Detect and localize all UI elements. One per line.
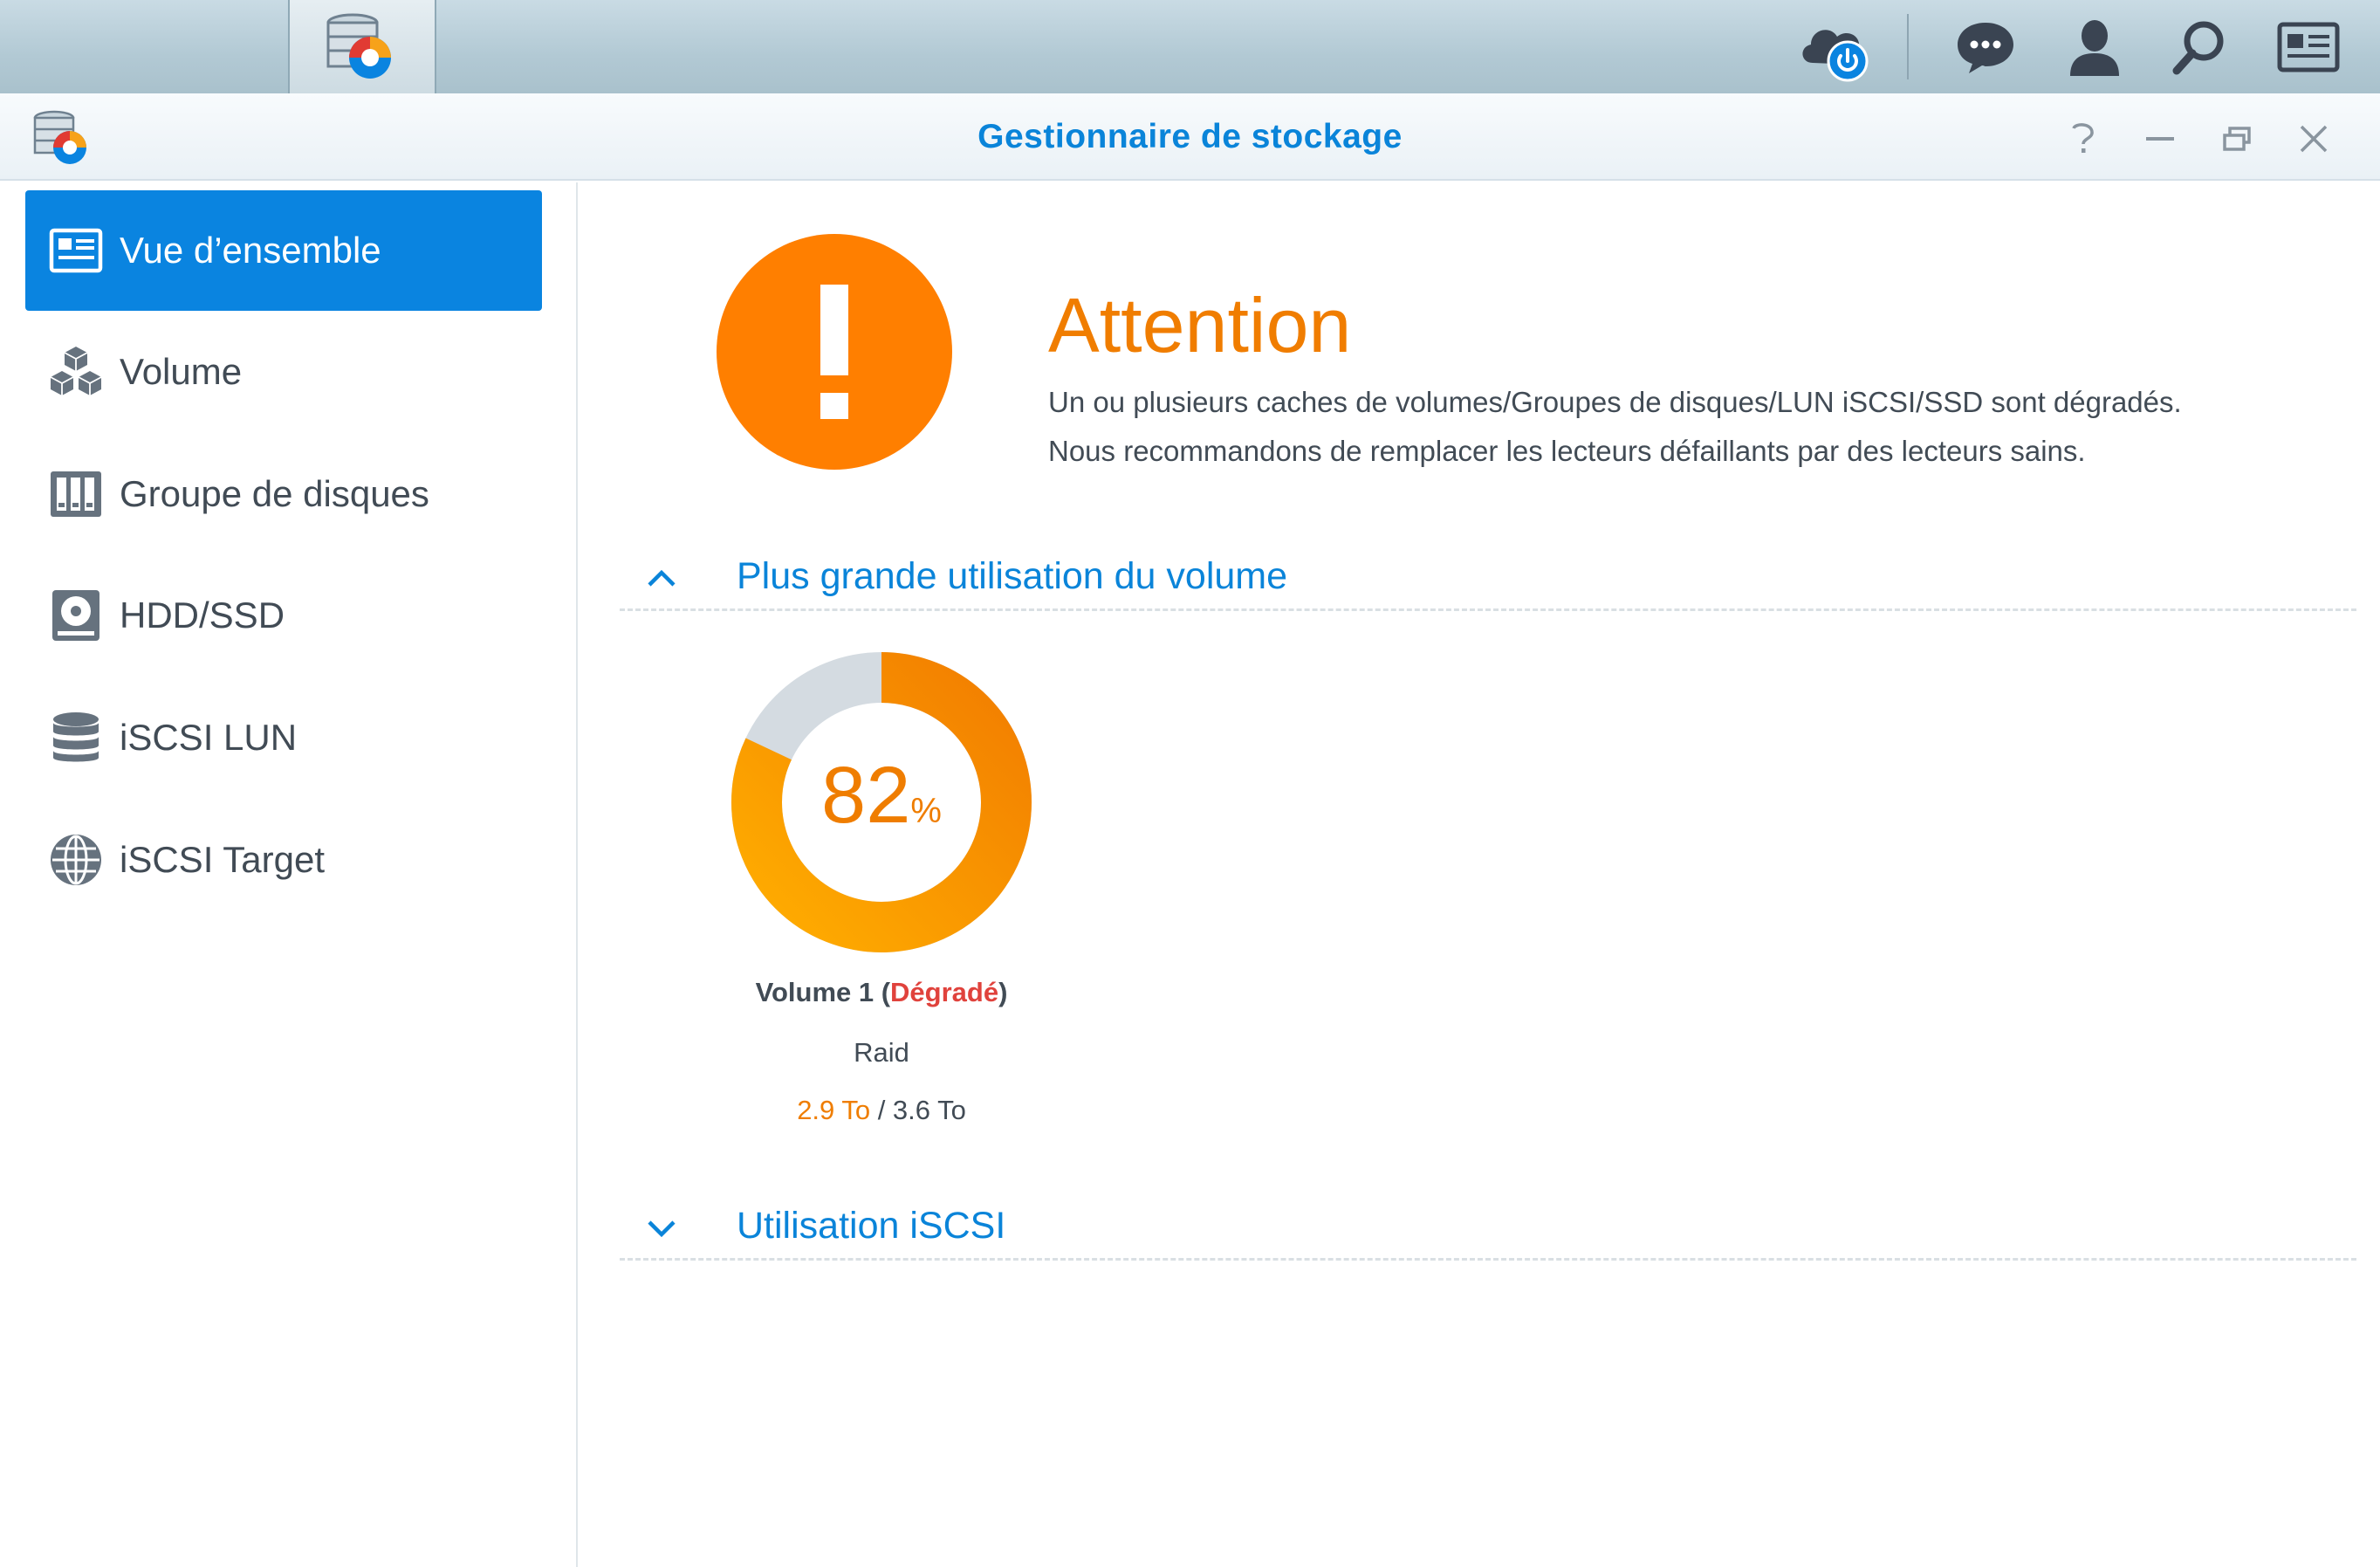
taskbar-storage-manager[interactable] (288, 0, 436, 93)
window-title: Gestionnaire de stockage (977, 118, 1403, 155)
usage-percent-value: 82 (821, 751, 911, 840)
volume-name: Volume 1 (Dégradé) (667, 977, 1096, 1008)
volume-total: 3.6 To (892, 1095, 966, 1125)
status-description: Un ou plusieurs caches de volumes/Groupe… (1048, 378, 2182, 476)
widgets-button[interactable] (2265, 0, 2352, 93)
widgets-icon (2277, 22, 2340, 72)
status-line-1: Un ou plusieurs caches de volumes/Groupe… (1048, 386, 2182, 418)
status-title: Attention (1048, 282, 1352, 368)
volume-type: Raid (854, 1037, 909, 1068)
notifications-button[interactable] (1942, 0, 2029, 93)
sidebar-item-label: iSCSI LUN (120, 717, 298, 758)
minimize-button[interactable] (2134, 113, 2186, 165)
overview-icon (46, 221, 106, 280)
volume-name-text: Volume 1 (755, 977, 874, 1007)
database-icon (46, 708, 106, 767)
section-volume-usage[interactable]: Plus grande utilisation du volume (620, 548, 2356, 611)
disk-group-icon (46, 464, 106, 524)
usage-percent-symbol: % (910, 792, 942, 830)
sidebar-item-label: HDD/SSD (120, 594, 285, 636)
restore-icon (2223, 127, 2251, 151)
window-title-bar[interactable]: Gestionnaire de stockage (0, 93, 2380, 181)
sidebar-item-label: Groupe de disques (120, 473, 429, 514)
sidebar-item-iscsi-target[interactable]: iSCSI Target (25, 800, 542, 920)
volume-paren-close: ) (998, 977, 1008, 1007)
section-iscsi-usage[interactable]: Utilisation iSCSI (620, 1198, 2356, 1261)
close-button[interactable] (2287, 113, 2340, 165)
usage-percent: 82% (730, 750, 1032, 842)
section-label: Plus grande utilisation du volume (737, 555, 1288, 597)
sidebar-item-disk-group[interactable]: Groupe de disques (25, 434, 542, 554)
cubes-icon (46, 342, 106, 402)
volume-paren-open: ( (874, 977, 891, 1007)
volume-size: 2.9 To / 3.6 To (667, 1095, 1096, 1126)
help-icon (2072, 123, 2094, 153)
taskbar-separator (1907, 14, 1909, 79)
restore-button[interactable] (2211, 113, 2263, 165)
volume-status: Dégradé (890, 977, 999, 1007)
search-button[interactable] (2156, 0, 2243, 93)
sidebar: Vue d’ensemble Volume Groupe de disques … (0, 182, 578, 1567)
sidebar-item-label: iSCSI Target (120, 839, 325, 880)
chevron-up-icon (648, 569, 676, 587)
storage-manager-icon (326, 13, 391, 79)
sidebar-item-label: Volume (120, 351, 243, 392)
minimize-icon (2146, 137, 2174, 141)
close-icon (2300, 125, 2328, 153)
main-content: Attention Un ou plusieurs caches de volu… (580, 182, 2380, 1567)
volume-size-separator: / (870, 1095, 893, 1125)
sidebar-item-label: Vue d’ensemble (120, 230, 381, 271)
warning-icon (717, 234, 952, 470)
sidebar-item-iscsi-lun[interactable]: iSCSI LUN (25, 677, 542, 798)
globe-icon (46, 830, 106, 890)
sidebar-item-volume[interactable]: Volume (25, 312, 542, 432)
user-button[interactable] (2051, 0, 2138, 93)
status-line-2: Nous recommandons de remplacer les lecte… (1048, 435, 2086, 467)
user-icon (2070, 19, 2119, 76)
sidebar-item-hdd-ssd[interactable]: HDD/SSD (25, 555, 542, 676)
sidebar-item-overview[interactable]: Vue d’ensemble (25, 190, 542, 311)
search-icon (2172, 21, 2224, 74)
help-button[interactable] (2057, 113, 2109, 165)
hdd-icon (46, 586, 106, 645)
volume-used: 2.9 To (797, 1095, 871, 1125)
cloud-sync-button[interactable] (1791, 0, 1878, 93)
chat-icon (1958, 22, 2013, 73)
taskbar (0, 0, 2380, 1567)
chevron-down-icon (648, 1220, 676, 1238)
cloud-power-icon (1802, 29, 1869, 81)
section-label: Utilisation iSCSI (737, 1205, 1006, 1247)
